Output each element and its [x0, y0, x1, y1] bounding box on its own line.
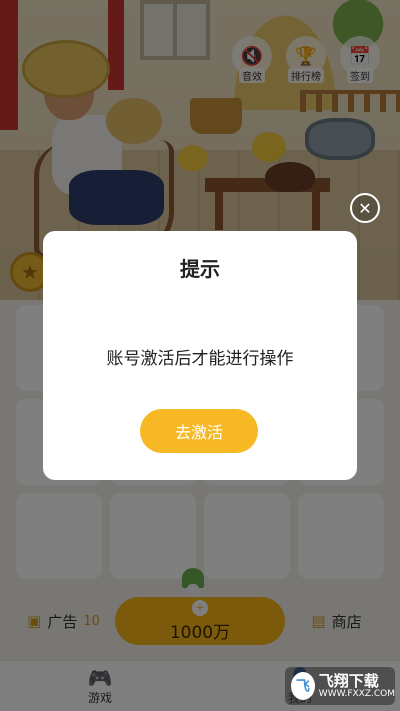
- dialog-message: 账号激活后才能进行操作: [106, 349, 294, 369]
- site-watermark: 飞 飞翔下载 WWW.FXXZ.COM: [285, 667, 395, 705]
- activate-button[interactable]: 去激活: [140, 409, 258, 453]
- close-button[interactable]: ✕: [350, 193, 380, 223]
- watermark-text: 飞翔下载: [318, 672, 379, 690]
- watermark-url: WWW.FXXZ.COM: [318, 689, 395, 699]
- dialog-title: 提示: [180, 257, 220, 281]
- alert-dialog: 提示 账号激活后才能进行操作 去激活: [43, 231, 357, 480]
- close-icon: ✕: [358, 198, 372, 218]
- watermark-logo-icon: 飞: [291, 672, 315, 700]
